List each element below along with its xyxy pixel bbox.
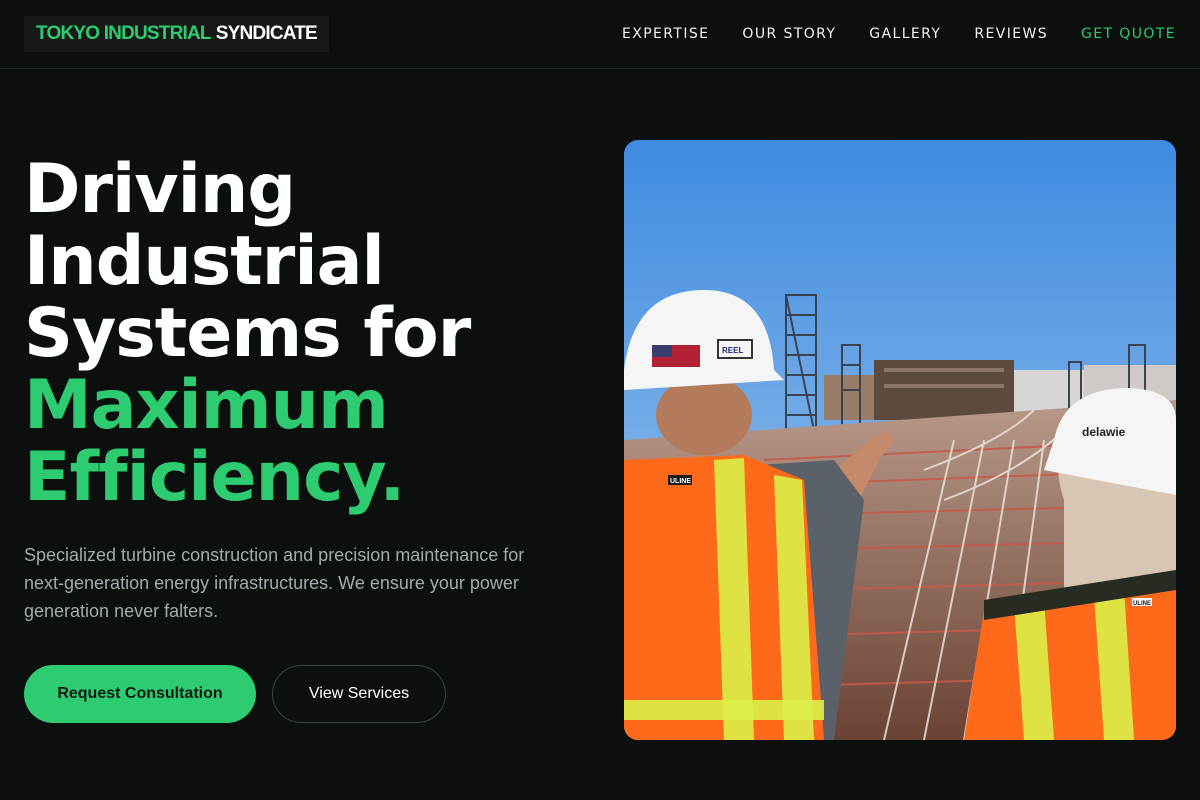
headline-line-2: Industrial [24,222,385,301]
helmet-label: delawie [1082,425,1126,439]
headline-accent-2: Efficiency. [24,438,405,517]
main-nav: EXPERTISE OUR STORY GALLERY REVIEWS GET … [622,0,1176,68]
headline-line-1: Driving [24,150,296,229]
nav-link-gallery[interactable]: GALLERY [869,26,941,42]
request-consultation-button[interactable]: Request Consultation [24,665,256,723]
logo-primary-text: TOKYO INDUSTRIAL [36,23,212,44]
headline-line-3: Systems for [24,294,471,373]
construction-site-illustration: delawie ULINE ULINE REEL [624,140,1176,740]
headline-accent-1: Maximum [24,366,389,445]
helmet-sticker: REEL [722,346,743,355]
logo-secondary-text: SYNDICATE [215,23,318,44]
nav-link-expertise[interactable]: EXPERTISE [622,26,709,42]
view-services-button[interactable]: View Services [272,665,446,723]
site-header: TOKYO INDUSTRIAL SYNDICATE EXPERTISE OUR… [0,0,1200,69]
brand-logo[interactable]: TOKYO INDUSTRIAL SYNDICATE [24,16,329,52]
nav-link-our-story[interactable]: OUR STORY [742,26,836,42]
vest-label-left: ULINE [670,478,691,485]
nav-link-get-quote[interactable]: GET QUOTE [1081,26,1176,42]
vest-label-right: ULINE [1133,601,1151,607]
nav-link-reviews[interactable]: REVIEWS [974,26,1048,42]
hero-photo: delawie ULINE ULINE REEL [624,140,1176,740]
hero-subtitle: Specialized turbine construction and pre… [24,545,525,621]
hero-headline: Driving Industrial Systems for Maximum E… [24,154,614,514]
